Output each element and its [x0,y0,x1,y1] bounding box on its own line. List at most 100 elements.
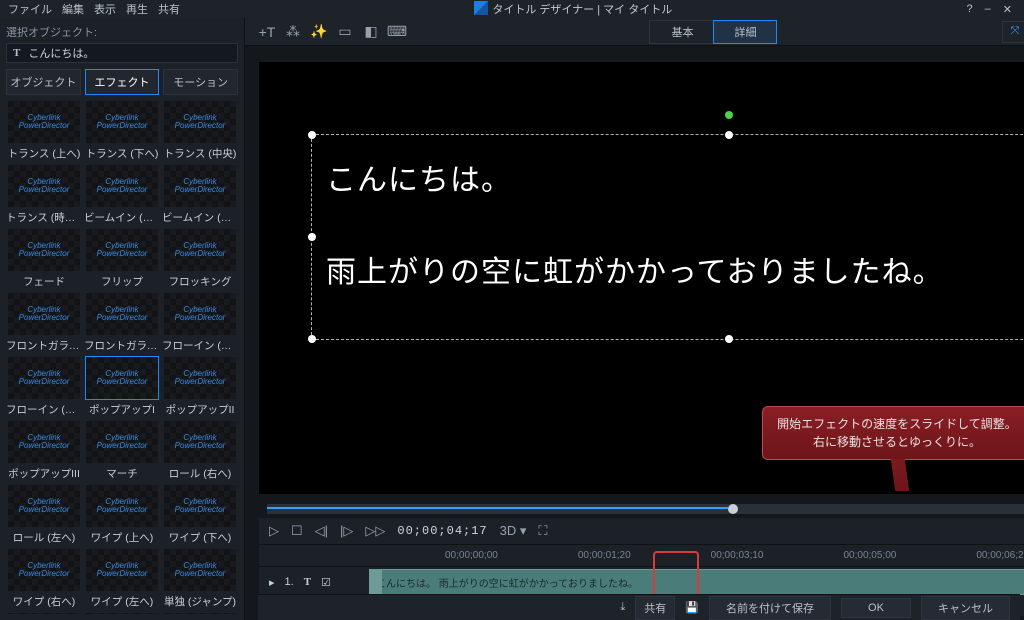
3d-toggle[interactable]: 3D ▾ [500,523,527,539]
magic-button[interactable]: ✨ [307,21,331,43]
effect-cell[interactable]: Cyberlink PowerDirectorフロントガラス (… [6,293,82,353]
effect-label: トランス (時計… [6,210,82,225]
tab-object[interactable]: オブジェクト [6,69,81,95]
row-expand-icon[interactable]: ▸ [269,576,275,589]
menu-play[interactable]: 再生 [126,1,148,17]
prev-frame-button[interactable]: ◁| [315,523,328,539]
row-index: 1. [285,576,294,588]
tick-3: 00;00;05;00 [843,550,896,561]
resize-handle[interactable] [308,131,316,139]
fullscreen-button[interactable]: ⛶ [538,523,547,539]
effect-preview-text: Cyberlink PowerDirector [86,498,158,514]
save-icon[interactable]: 💾 [685,601,699,614]
effect-cell[interactable]: Cyberlink PowerDirectorポップアップII [162,357,238,417]
effect-label: ビームイン (下へ) [162,210,238,225]
effect-label: トランス (下へ) [84,146,160,161]
tab-motion[interactable]: モーション [163,69,238,95]
mode-basic[interactable]: 基本 [650,21,714,43]
effect-cell[interactable]: Cyberlink PowerDirectorトランス (時計… [6,165,82,225]
transform-mode-icon[interactable]: ⤧ [1003,22,1024,42]
subtitle-button[interactable]: ⌨ [385,21,409,43]
effect-label: マーチ [84,466,160,481]
effect-label: トランス (中央) [162,146,238,161]
selected-object-input[interactable] [26,46,231,60]
effect-cell[interactable]: Cyberlink PowerDirectorロール (右へ) [162,421,238,481]
row-visible-checkbox[interactable]: ☑ [321,576,331,589]
effect-cell[interactable]: Cyberlink PowerDirectorワイプ (右へ) [6,549,82,609]
effect-thumbnail: Cyberlink PowerDirector [164,357,236,399]
tab-effect[interactable]: エフェクト [85,69,160,95]
add-text-button[interactable]: +T [255,21,279,43]
minimize-button[interactable]: – [985,3,991,16]
add-bg-button[interactable]: ◧ [359,21,383,43]
title-line-2[interactable]: 雨上がりの空に虹がかかっておりましたね。 [326,247,944,291]
effect-cell[interactable]: Cyberlink PowerDirectorフローイン (右へ) [162,293,238,353]
menu-view[interactable]: 表示 [94,1,116,17]
effect-cell[interactable]: Cyberlink PowerDirectorトランス (上へ) [6,101,82,161]
effect-preview-text: Cyberlink PowerDirector [8,370,80,386]
effect-preview-text: Cyberlink PowerDirector [86,370,158,386]
download-icon[interactable]: ⤓ [620,601,625,614]
effect-cell[interactable]: Cyberlink PowerDirectorポップアップIII [6,421,82,481]
effect-cell[interactable]: Cyberlink PowerDirectorビームイン (下へ) [162,165,238,225]
play-button[interactable]: ▷ [269,523,279,539]
effect-thumbnail: Cyberlink PowerDirector [164,485,236,527]
add-image-button[interactable]: ▭ [333,21,357,43]
effect-label: フロッキング [162,274,238,289]
effect-cell[interactable]: Cyberlink PowerDirectorワイプ (下へ) [162,485,238,545]
share-button[interactable]: 共有 [635,596,675,620]
preview-scrubber[interactable] [267,504,1024,514]
stop-button[interactable]: ☐ [291,523,303,539]
effect-cell[interactable]: Cyberlink PowerDirectorフロントガラス (… [84,293,160,353]
effect-cell[interactable]: Cyberlink PowerDirectorビームイン (上へ) [84,165,160,225]
effect-label: トランス (上へ) [6,146,82,161]
preview-canvas[interactable]: こんにちは。 雨上がりの空に虹がかかっておりましたね。 開始エフェクトの速度をス… [259,62,1024,494]
resize-handle[interactable] [308,335,316,343]
rotate-handle[interactable] [725,111,733,119]
instruction-callout: 開始エフェクトの速度をスライドして調整。 右に移動させるとゆっくりに。 [762,406,1024,460]
clip-handle-in[interactable] [370,570,382,596]
timeline-clip[interactable]: こんにちは。 雨上がりの空に虹がかかっておりましたね。 [369,569,1024,595]
effect-label: ポップアップIII [6,466,82,481]
effect-cell[interactable]: Cyberlink PowerDirectorワイプ (左へ) [84,549,160,609]
save-as-button[interactable]: 名前を付けて保存 [709,596,831,620]
effect-cell[interactable]: Cyberlink PowerDirector [162,613,238,614]
close-button[interactable]: ✕ [1003,3,1012,16]
effect-label: ワイプ (上へ) [84,530,160,545]
effect-preview-text: Cyberlink PowerDirector [86,178,158,194]
tick-0: 00;00;00;00 [445,550,498,561]
effect-preview-text: Cyberlink PowerDirector [8,562,80,578]
menu-edit[interactable]: 編集 [62,1,84,17]
help-button[interactable]: ? [967,3,973,16]
effect-preview-text: Cyberlink PowerDirector [164,562,236,578]
effect-cell[interactable]: Cyberlink PowerDirectorポップアップI [84,357,160,417]
effect-cell[interactable]: Cyberlink PowerDirectorフェード [6,229,82,289]
effect-cell[interactable]: Cyberlink PowerDirector トランス (下へ) [84,101,160,161]
fast-forward-button[interactable]: ▷▷ [365,523,385,539]
effect-cell[interactable]: Cyberlink PowerDirector [84,613,160,614]
effect-cell[interactable]: Cyberlink PowerDirectorロール (左へ) [6,485,82,545]
mode-advanced[interactable]: 詳細 [713,20,777,44]
effect-thumbnail: Cyberlink PowerDirector [86,101,158,143]
cancel-button[interactable]: キャンセル [921,596,1010,620]
scrubber-knob[interactable] [728,504,738,514]
add-particle-button[interactable]: ⁂ [281,21,305,43]
resize-handle[interactable] [725,335,733,343]
effect-cell[interactable]: Cyberlink PowerDirectorフローイン (左へ) [6,357,82,417]
effect-cell[interactable]: Cyberlink PowerDirector ワイプ (上へ) [84,485,160,545]
resize-handle[interactable] [308,233,316,241]
ok-button[interactable]: OK [841,598,911,618]
menu-file[interactable]: ファイル [8,1,52,17]
title-line-1[interactable]: こんにちは。 [326,155,512,199]
effect-cell[interactable]: Cyberlink PowerDirectorフロッキング [162,229,238,289]
effect-cell[interactable]: Cyberlink PowerDirectorマーチ [84,421,160,481]
effect-cell[interactable]: Cyberlink PowerDirectorトランス (中央) [162,101,238,161]
effect-thumbnail: Cyberlink PowerDirector [86,165,158,207]
menu-share[interactable]: 共有 [158,1,180,17]
resize-handle[interactable] [725,131,733,139]
effect-cell[interactable]: Cyberlink PowerDirectorフリップ [84,229,160,289]
effect-cell[interactable]: Cyberlink PowerDirector単独 (ジャンプ) [162,549,238,609]
selection-box[interactable]: こんにちは。 雨上がりの空に虹がかかっておりましたね。 [311,134,1024,340]
effect-cell[interactable]: Cyberlink PowerDirector [6,613,82,614]
next-frame-button[interactable]: |▷ [340,523,353,539]
